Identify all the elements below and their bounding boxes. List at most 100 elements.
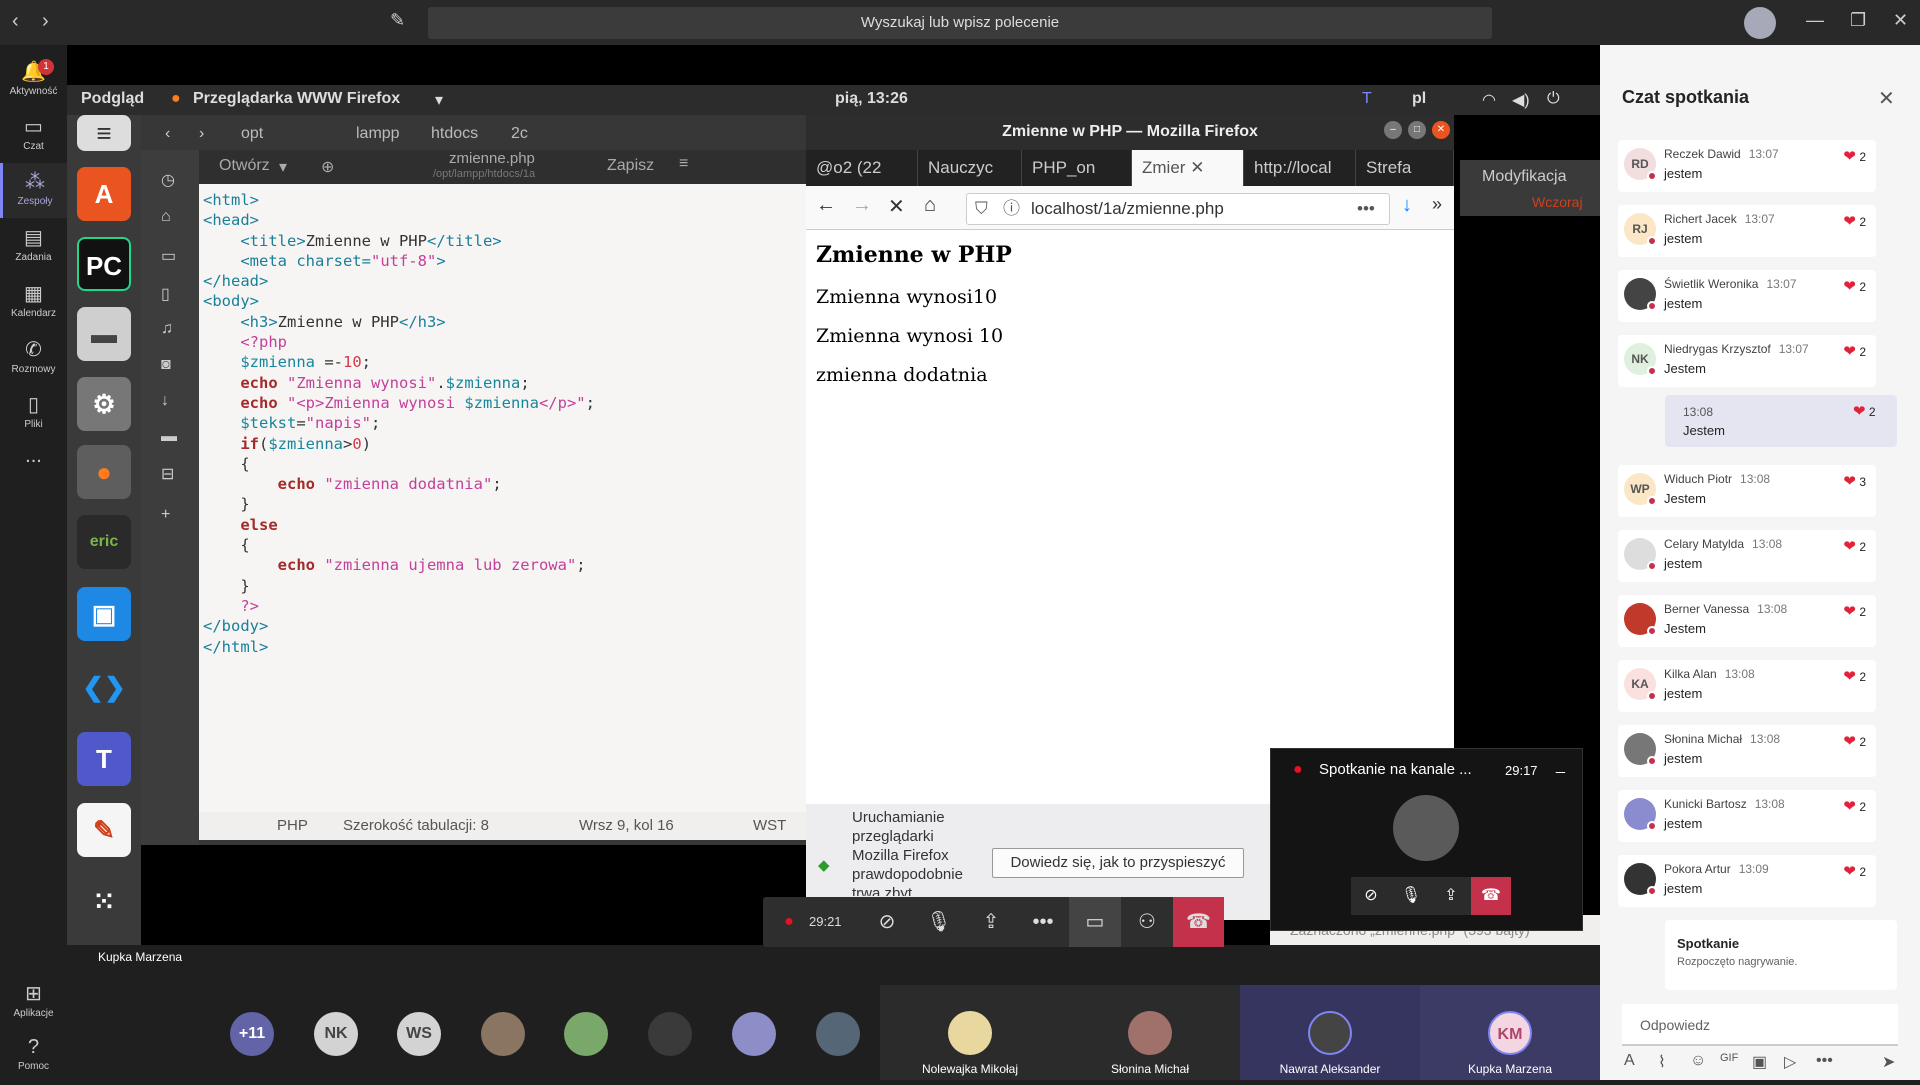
participant-tile[interactable]: Słonina Michał xyxy=(1060,985,1240,1080)
participant-tile[interactable]: KM Kupka Marzena xyxy=(1420,985,1600,1080)
chat-message[interactable]: Celary Matylda 13:08 jestem ❤ 2 xyxy=(1618,530,1876,582)
rail-item-teams[interactable]: ⁂ Zespoły xyxy=(0,163,67,218)
window-app-icon[interactable]: ▣ xyxy=(77,587,131,641)
avatar[interactable] xyxy=(1744,7,1776,39)
back-icon[interactable]: ‹ xyxy=(165,125,170,143)
maximize-icon[interactable]: □ xyxy=(1408,121,1426,139)
participant-avatar[interactable]: WS xyxy=(397,1012,441,1056)
teams-tray-icon[interactable]: T xyxy=(1362,90,1372,108)
reaction-count[interactable]: ❤ 2 xyxy=(1843,732,1866,750)
camera-off-icon[interactable]: ⊘ xyxy=(861,897,913,947)
reaction-count[interactable]: ❤ 2 xyxy=(1853,402,1876,420)
chat-message[interactable]: KA Kilka Alan 13:08 jestem ❤ 2 xyxy=(1618,660,1876,712)
attach-icon[interactable]: ⌇ xyxy=(1658,1052,1666,1072)
participant-avatar[interactable] xyxy=(816,1012,860,1056)
chat-message[interactable]: RD Reczek Dawid 13:07 jestem ❤ 2 xyxy=(1618,140,1876,192)
overflow-icon[interactable]: » xyxy=(1432,194,1442,215)
reaction-count[interactable]: ❤ 2 xyxy=(1843,277,1866,295)
participant-avatar[interactable] xyxy=(564,1012,608,1056)
minimize-icon[interactable]: _ xyxy=(1556,757,1565,775)
open-button[interactable]: Otwórz xyxy=(219,157,270,175)
activities-label[interactable]: Podgląd xyxy=(81,90,144,108)
rail-item-apps[interactable]: ⊞ Aplikacje xyxy=(0,975,67,1030)
app-menu[interactable]: Przeglądarka WWW Firefox xyxy=(193,90,400,108)
close-icon[interactable]: ✕ xyxy=(1878,86,1895,111)
save-button[interactable]: Zapisz xyxy=(607,157,654,175)
cursor-position[interactable]: Wrsz 9, kol 16 xyxy=(579,817,674,834)
hang-up-icon[interactable]: ☎ xyxy=(1173,897,1224,947)
chat-message[interactable]: Pokora Artur 13:09 jestem ❤ 2 xyxy=(1618,855,1876,907)
reaction-count[interactable]: ❤ 2 xyxy=(1843,212,1866,230)
trash-icon[interactable]: ⊟ xyxy=(161,464,174,484)
participant-avatar[interactable] xyxy=(732,1012,776,1056)
chat-message[interactable]: Berner Vanessa 13:08 Jestem ❤ 2 xyxy=(1618,595,1876,647)
hamburger-menu-icon[interactable]: ≡ xyxy=(679,155,688,173)
gif-icon[interactable]: GIF xyxy=(1720,1052,1738,1064)
breadcrumb-1[interactable]: lampp xyxy=(356,125,400,143)
meeting-mini-window[interactable]: ● Spotkanie na kanale ... 29:17 _ ⊘ 🎙 ⇪ … xyxy=(1270,748,1583,931)
close-icon[interactable]: ✕ xyxy=(1432,121,1450,139)
rail-item-assignments[interactable]: ▤ Zadania xyxy=(0,219,67,274)
chat-message[interactable]: RJ Richert Jacek 13:07 jestem ❤ 2 xyxy=(1618,205,1876,257)
search-input[interactable]: Wyszukaj lub wpisz polecenie xyxy=(428,7,1492,39)
tab-strefa[interactable]: Strefa xyxy=(1356,150,1454,186)
reaction-count[interactable]: ❤ 2 xyxy=(1843,147,1866,165)
participant-avatar[interactable] xyxy=(648,1012,692,1056)
microphone-icon[interactable]: 🎙 xyxy=(1391,877,1431,915)
share-screen-icon[interactable]: ⇪ xyxy=(1431,877,1471,915)
reply-input[interactable]: Odpowiedz xyxy=(1622,1004,1898,1046)
chat-message[interactable]: Słonina Michał 13:08 jestem ❤ 2 xyxy=(1618,725,1876,777)
restore-icon[interactable]: ❐ xyxy=(1850,10,1866,31)
file-cabinet-icon[interactable]: ▬ xyxy=(77,307,131,361)
camera-icon[interactable]: ◙ xyxy=(161,356,171,374)
tab-php[interactable]: PHP_on xyxy=(1022,150,1132,186)
reaction-count[interactable]: ❤ 2 xyxy=(1843,667,1866,685)
download-icon[interactable]: ↓ xyxy=(161,392,169,410)
tab-width-selector[interactable]: Szerokość tabulacji: 8 xyxy=(343,817,489,834)
reaction-count[interactable]: ❤ 2 xyxy=(1843,862,1866,880)
home-icon[interactable]: ⌂ xyxy=(924,194,936,217)
meet-icon[interactable]: ▷ xyxy=(1784,1052,1796,1072)
plus-icon[interactable]: + xyxy=(161,506,170,524)
breadcrumb-2[interactable]: htdocs xyxy=(431,125,478,143)
back-icon[interactable]: ← xyxy=(816,194,836,217)
pycharm-icon[interactable]: PC xyxy=(77,237,131,291)
rail-item-help[interactable]: ? Pomoc xyxy=(0,1030,67,1085)
info-icon[interactable]: ⓘ xyxy=(1003,194,1020,224)
settings-icon[interactable]: ⚙ xyxy=(77,377,131,431)
more-icon[interactable]: ••• xyxy=(1017,897,1069,947)
rail-item-calls[interactable]: ✆ Rozmowy xyxy=(0,331,67,386)
chat-message[interactable]: NK Niedrygas Krzysztof 13:07 Jestem ❤ 2 xyxy=(1618,335,1876,387)
vscode-icon[interactable]: ❮❯ xyxy=(77,660,131,714)
language-selector[interactable]: PHP xyxy=(277,817,308,834)
forward-icon[interactable]: → xyxy=(852,194,872,217)
reaction-count[interactable]: ❤ 2 xyxy=(1843,797,1866,815)
chat-toggle-icon[interactable]: ▭ xyxy=(1069,897,1121,947)
learn-more-button[interactable]: Dowiedz się, jak to przyspieszyć xyxy=(992,848,1244,878)
format-icon[interactable]: A xyxy=(1624,1052,1635,1070)
recent-icon[interactable]: ◷ xyxy=(161,170,175,190)
video-icon[interactable]: ▬ xyxy=(161,428,177,446)
music-icon[interactable]: ♫ xyxy=(161,320,173,338)
software-center-icon[interactable]: A xyxy=(77,167,131,221)
new-tab-icon[interactable]: ⊕ xyxy=(321,157,334,177)
download-icon[interactable]: ↓ xyxy=(1402,194,1412,217)
tab-localhost[interactable]: http://local xyxy=(1244,150,1356,186)
close-tab-icon[interactable]: ✕ xyxy=(1190,158,1204,177)
share-screen-icon[interactable]: ⇪ xyxy=(965,897,1017,947)
participant-avatar[interactable]: NK xyxy=(314,1012,358,1056)
files-manager-icon[interactable]: ≡ xyxy=(77,115,131,151)
rail-item-more[interactable]: ... xyxy=(0,445,67,500)
document-icon[interactable]: ▯ xyxy=(161,284,170,304)
microphone-icon[interactable]: 🎙 xyxy=(913,897,965,947)
url-bar[interactable]: ⛉ ⓘ localhost/1a/zmienne.php ••• xyxy=(966,193,1390,225)
home-icon[interactable]: ⌂ xyxy=(161,208,171,226)
page-actions-icon[interactable]: ••• xyxy=(1357,194,1375,224)
chat-message[interactable]: WP Widuch Piotr 13:08 Jestem ❤ 3 xyxy=(1618,465,1876,517)
reaction-count[interactable]: ❤ 2 xyxy=(1843,602,1866,620)
close-window-icon[interactable]: ✕ xyxy=(1893,10,1908,31)
power-icon[interactable]: ⏻ xyxy=(1547,90,1560,108)
own-message[interactable]: 13:08 Jestem ❤ 2 xyxy=(1665,395,1897,447)
participant-tile[interactable]: Nolewajka Mikołaj xyxy=(880,985,1060,1080)
folder-icon[interactable]: ▭ xyxy=(161,246,176,266)
